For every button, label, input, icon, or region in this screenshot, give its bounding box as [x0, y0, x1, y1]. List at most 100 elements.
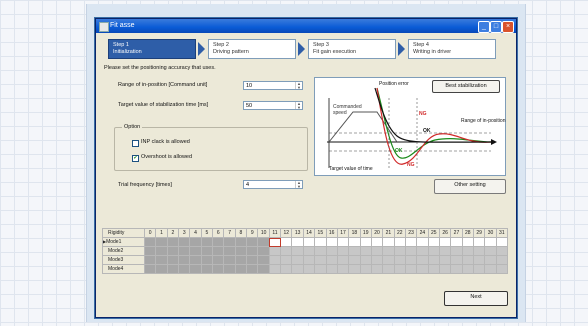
rigidity-cell[interactable]	[348, 264, 361, 274]
rigidity-cell[interactable]	[280, 237, 293, 247]
rigidity-cell[interactable]	[370, 246, 384, 256]
rigidity-cell[interactable]	[268, 255, 282, 265]
spin-arrows-icon[interactable]: ▲ ▼	[295, 102, 302, 109]
rigidity-cell[interactable]	[370, 255, 384, 265]
rigidity-cell[interactable]	[348, 246, 361, 256]
rigidity-cell[interactable]	[472, 237, 486, 247]
rigidity-cell[interactable]	[461, 264, 474, 274]
rigidity-cell[interactable]	[212, 255, 225, 265]
rigidity-cell[interactable]	[404, 255, 418, 265]
rigidity-cell[interactable]	[484, 264, 497, 274]
rigidity-cell[interactable]	[257, 255, 270, 265]
rigidity-cell[interactable]	[359, 246, 372, 256]
rigidity-cell[interactable]	[495, 264, 509, 274]
rigidity-cell[interactable]	[359, 255, 372, 265]
rigidity-cell[interactable]	[382, 255, 395, 265]
rigidity-cell[interactable]	[416, 246, 429, 256]
rigidity-cell[interactable]	[234, 264, 248, 274]
rigidity-cell[interactable]	[484, 246, 497, 256]
rigidity-cell[interactable]	[438, 237, 452, 247]
rigidity-cell[interactable]	[166, 237, 180, 247]
rigidity-cell[interactable]	[314, 237, 327, 247]
rigidity-cell[interactable]	[348, 237, 361, 247]
rigidity-cell[interactable]	[404, 246, 418, 256]
rigidity-cell[interactable]	[257, 237, 270, 247]
range-in-position-input[interactable]: 10 ▲ ▼	[243, 81, 303, 90]
rigidity-cell[interactable]	[461, 255, 474, 265]
rigidity-cell[interactable]	[234, 246, 248, 256]
step-4[interactable]: Step 4 Writing in driver	[408, 39, 496, 59]
minimize-icon[interactable]: _	[478, 21, 490, 33]
rigidity-cell[interactable]	[200, 246, 214, 256]
step-3[interactable]: Step 3 Fit gain execution	[308, 39, 396, 59]
stabilization-time-input[interactable]: 50 ▲ ▼	[243, 101, 303, 110]
rigidity-cell[interactable]	[246, 237, 259, 247]
spin-arrows-icon[interactable]: ▲ ▼	[295, 82, 302, 89]
rigidity-cell[interactable]	[212, 246, 225, 256]
rigidity-cell[interactable]	[336, 264, 350, 274]
rigidity-cell[interactable]	[143, 255, 157, 265]
rigidity-cell[interactable]	[404, 237, 418, 247]
rigidity-cell[interactable]	[450, 255, 463, 265]
rigidity-cell[interactable]	[450, 264, 463, 274]
overshoot-checkbox[interactable]: ✔	[132, 155, 139, 162]
rigidity-cell[interactable]	[178, 255, 191, 265]
rigidity-cell[interactable]	[393, 264, 406, 274]
rigidity-cell[interactable]	[359, 264, 372, 274]
rigidity-cell[interactable]	[382, 237, 395, 247]
rigidity-cell[interactable]	[223, 246, 236, 256]
rigidity-cell[interactable]	[314, 255, 327, 265]
rigidity-cell[interactable]	[495, 246, 509, 256]
rigidity-cell[interactable]	[280, 255, 293, 265]
rigidity-cell[interactable]	[325, 237, 338, 247]
rigidity-cell[interactable]	[495, 237, 509, 247]
spin-arrows-icon[interactable]: ▲ ▼	[295, 181, 302, 188]
rigidity-cell[interactable]	[325, 255, 338, 265]
rigidity-cell[interactable]	[246, 255, 259, 265]
rigidity-cell[interactable]	[189, 255, 202, 265]
rigidity-cell[interactable]	[200, 255, 214, 265]
rigidity-cell[interactable]	[189, 264, 202, 274]
other-setting-button[interactable]: Other setting	[434, 179, 506, 194]
rigidity-cell[interactable]	[382, 246, 395, 256]
rigidity-cell[interactable]	[178, 246, 191, 256]
trial-frequency-input[interactable]: 4 ▲ ▼	[243, 180, 303, 189]
rigidity-cell[interactable]	[280, 246, 293, 256]
rigidity-cell[interactable]	[325, 246, 338, 256]
next-button[interactable]: Next	[444, 291, 508, 306]
rigidity-cell[interactable]	[178, 264, 191, 274]
rigidity-cell[interactable]	[223, 255, 236, 265]
rigidity-cell[interactable]	[427, 237, 440, 247]
rigidity-cell[interactable]	[268, 264, 282, 274]
rigidity-cell[interactable]	[404, 264, 418, 274]
rigidity-cell[interactable]	[325, 264, 338, 274]
close-icon[interactable]: ×	[502, 21, 514, 33]
rigidity-cell[interactable]	[257, 264, 270, 274]
rigidity-cell[interactable]	[143, 246, 157, 256]
best-stabilization-button[interactable]: Best stabilization	[432, 80, 500, 93]
maximize-icon[interactable]: □	[490, 21, 502, 33]
rigidity-cell[interactable]	[484, 255, 497, 265]
rigidity-cell[interactable]	[393, 246, 406, 256]
rigidity-cell[interactable]	[268, 246, 282, 256]
rigidity-cell[interactable]	[155, 255, 168, 265]
rigidity-cell[interactable]	[234, 237, 248, 247]
rigidity-cell[interactable]	[495, 255, 509, 265]
rigidity-cell[interactable]	[200, 264, 214, 274]
rigidity-cell[interactable]	[427, 255, 440, 265]
rigidity-cell[interactable]	[336, 246, 350, 256]
rigidity-cell[interactable]	[212, 264, 225, 274]
rigidity-cell[interactable]	[461, 237, 474, 247]
rigidity-cell[interactable]	[291, 255, 304, 265]
rigidity-cell[interactable]	[212, 237, 225, 247]
rigidity-cell[interactable]	[314, 246, 327, 256]
rigidity-cell[interactable]	[223, 237, 236, 247]
rigidity-cell[interactable]	[257, 246, 270, 256]
rigidity-cell[interactable]	[166, 246, 180, 256]
rigidity-cell[interactable]	[178, 237, 191, 247]
rigidity-cell[interactable]	[189, 246, 202, 256]
rigidity-cell[interactable]	[246, 264, 259, 274]
rigidity-cell[interactable]	[302, 237, 316, 247]
rigidity-cell[interactable]	[166, 255, 180, 265]
rigidity-cell[interactable]	[427, 246, 440, 256]
